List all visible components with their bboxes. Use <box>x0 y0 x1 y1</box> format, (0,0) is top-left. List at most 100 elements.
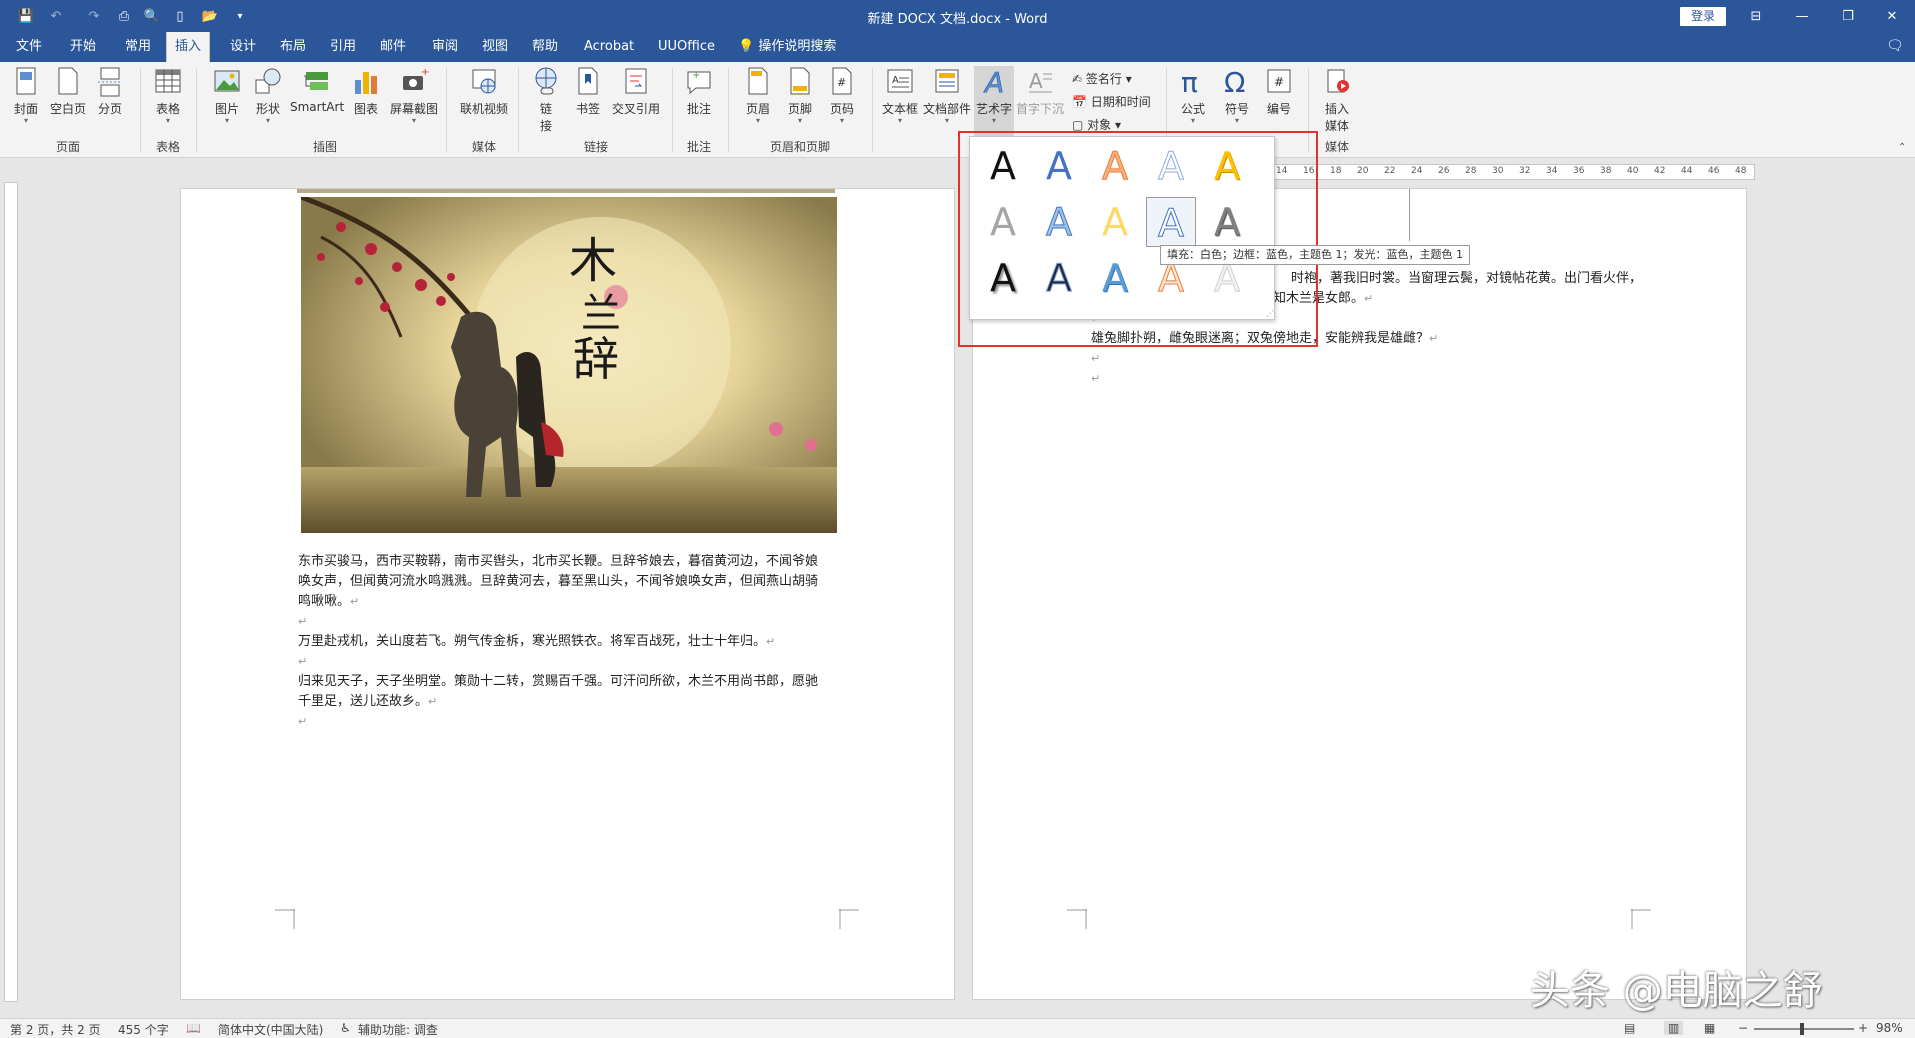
svg-text:Ω: Ω <box>1224 66 1245 98</box>
screenshot-button[interactable]: + 屏幕截图 ▾ <box>388 66 440 125</box>
tab-references[interactable]: 引用 <box>322 32 364 62</box>
proofing-icon[interactable]: 📖 <box>186 1021 201 1035</box>
equation-button[interactable]: π 公式 ▾ <box>1176 66 1210 125</box>
language-indicator[interactable]: 简体中文(中国大陆) <box>218 1021 323 1038</box>
tab-file[interactable]: 文件 <box>8 32 50 62</box>
smartart-button[interactable]: SmartArt <box>290 66 344 114</box>
status-bar: 第 2 页，共 2 页 455 个字 📖 简体中文(中国大陆) ♿ 辅助功能: … <box>0 1018 1915 1038</box>
vertical-ruler[interactable] <box>0 160 22 1002</box>
zoom-in-button[interactable]: + <box>1858 1021 1868 1035</box>
tab-view[interactable]: 视图 <box>474 32 516 62</box>
web-layout-icon[interactable]: ▦ <box>1704 1021 1715 1035</box>
svg-text:+: + <box>692 70 700 81</box>
tab-acrobat[interactable]: Acrobat <box>576 32 642 62</box>
tell-me-search[interactable]: 💡 操作说明搜索 <box>738 32 836 62</box>
cover-page-button[interactable]: 封面 ▾ <box>10 66 42 125</box>
number-icon: # <box>1267 69 1291 93</box>
online-video-icon <box>472 69 496 94</box>
highlight-box <box>958 131 1318 347</box>
signature-line-button[interactable]: ✍ 签名行 ▾ <box>1072 70 1132 87</box>
drop-cap-button[interactable]: A 首字下沉 <box>1016 66 1064 117</box>
tab-layout[interactable]: 布局 <box>272 32 314 62</box>
link-icon <box>535 67 557 95</box>
horizontal-ruler[interactable]: 14 16 18 20 22 24 26 28 30 32 34 36 38 4… <box>1253 164 1755 180</box>
accessibility-status[interactable]: 辅助功能: 调查 <box>358 1021 438 1038</box>
chart-button[interactable]: 图表 <box>350 66 382 117</box>
poem-paragraph-2[interactable]: 万里赴戎机，关山度若飞。朔气传金柝，寒光照铁衣。将军百战死，壮士十年归。↵ <box>298 632 858 652</box>
blank-page-button[interactable]: 空白页 <box>48 66 88 117</box>
insert-media-button[interactable]: 插入 媒体 <box>1318 66 1356 134</box>
table-icon <box>155 69 181 93</box>
text-box-button[interactable]: A 文本框 ▾ <box>880 66 920 125</box>
tab-common[interactable]: 常用 <box>117 32 159 62</box>
shapes-button[interactable]: 形状 ▾ <box>252 66 284 125</box>
poem-paragraph-1[interactable]: 东市买骏马，西市买鞍鞯，南市买辔头，北市买长鞭。旦辞爷娘去，暮宿黄河边，不闻爷娘… <box>298 552 858 612</box>
wordart-button[interactable]: A 艺术字 ▾ <box>974 66 1014 138</box>
poem-paragraph-3[interactable]: 归来见天子，天子坐明堂。策勋十二转，赏赐百千强。可汗问所欲，木兰不用尚书郎，愿驰… <box>298 672 858 712</box>
group-links-label: 链接 <box>583 140 608 154</box>
link-button[interactable]: 链接 <box>528 66 564 134</box>
symbol-button[interactable]: Ω 符号 ▾ <box>1220 66 1254 125</box>
paragraph-mark-icon: ↵ <box>1364 292 1374 305</box>
zoom-level[interactable]: 98% <box>1876 1021 1903 1035</box>
screenshot-icon: + <box>403 67 429 90</box>
page-number-button[interactable]: # 页码 ▾ <box>826 66 858 125</box>
margin-corner-mark <box>839 909 859 929</box>
header-button[interactable]: 页眉 ▾ <box>742 66 774 125</box>
tab-help[interactable]: 帮助 <box>524 32 566 62</box>
quick-parts-button[interactable]: 文档部件 ▾ <box>922 66 972 125</box>
tab-review[interactable]: 审阅 <box>424 32 466 62</box>
tab-insert[interactable]: 插入 <box>166 32 211 62</box>
bookmark-button[interactable]: 书签 <box>572 66 604 117</box>
zoom-slider-thumb[interactable] <box>1800 1023 1804 1035</box>
image-title-lan: 兰 <box>581 291 621 337</box>
svg-text:+: + <box>421 67 429 78</box>
group-separator <box>446 68 447 152</box>
svg-text:π: π <box>1181 66 1198 98</box>
ribbon-tabs: 文件 开始 常用 插入 设计 布局 引用 邮件 审阅 视图 帮助 Acrobat… <box>0 32 1915 62</box>
cross-reference-button[interactable]: 交叉引用 <box>608 66 664 117</box>
page2-fragment-1[interactable]: 时袍，著我旧时裳。当窗理云鬓，对镜帖花黄。出门看火伴， <box>1291 269 1741 289</box>
ribbon-display-options-icon[interactable]: ⊟ <box>1736 4 1776 28</box>
window-title: 新建 DOCX 文档.docx - Word <box>867 12 1048 27</box>
restore-button[interactable]: ❐ <box>1828 4 1868 28</box>
comment-button[interactable]: + 批注 <box>682 66 716 117</box>
group-separator <box>196 68 197 152</box>
table-button[interactable]: 表格 ▾ <box>152 66 184 125</box>
date-time-button[interactable]: 📅 日期和时间 <box>1072 93 1151 110</box>
close-button[interactable]: ✕ <box>1872 4 1912 28</box>
tab-design[interactable]: 设计 <box>222 32 264 62</box>
comments-icon[interactable]: 🗨 <box>1886 38 1904 54</box>
page2-fragment-2[interactable]: 知木兰是女郎。↵ <box>1273 289 1723 309</box>
smartart-icon <box>304 72 328 90</box>
paragraph-mark-icon: ↵ <box>1091 372 1101 385</box>
read-mode-icon[interactable]: ▤ <box>1624 1021 1635 1035</box>
page-break-button[interactable]: 分页 <box>94 66 126 117</box>
number-button[interactable]: # 编号 <box>1262 66 1296 117</box>
tab-mailings[interactable]: 邮件 <box>372 32 414 62</box>
image-title-ci: 辞 <box>573 332 619 386</box>
minimize-button[interactable]: — <box>1782 4 1822 28</box>
tab-home[interactable]: 开始 <box>62 32 104 62</box>
image-top-strip <box>297 189 835 193</box>
media-icon <box>1327 69 1349 93</box>
mulan-image[interactable]: 木 兰 辞 <box>301 197 837 533</box>
object-icon: ▢ <box>1072 118 1088 132</box>
online-video-button[interactable]: 联机视频 <box>456 66 512 117</box>
omega-icon: Ω <box>1224 66 1245 98</box>
print-layout-icon[interactable]: ▥ <box>1664 1021 1684 1035</box>
zoom-out-button[interactable]: − <box>1738 1021 1748 1035</box>
tab-uuoffice[interactable]: UUOffice <box>650 32 723 62</box>
document-page-1[interactable]: 木 兰 辞 东市买骏马，西市买鞍鞯，南市买辔头，北市买长鞭。旦辞爷娘去，暮宿黄河… <box>180 188 955 1000</box>
picture-button[interactable]: 图片 ▾ <box>210 66 244 125</box>
paragraph-mark-icon: ↵ <box>428 695 438 708</box>
collapse-ribbon-icon[interactable]: ⌃ <box>1898 142 1906 153</box>
page-count[interactable]: 第 2 页，共 2 页 <box>10 1021 101 1038</box>
signature-line-icon: ✍ <box>1072 72 1086 86</box>
word-count[interactable]: 455 个字 <box>118 1021 169 1038</box>
login-button[interactable]: 登录 <box>1680 7 1726 26</box>
zoom-slider[interactable] <box>1754 1028 1854 1030</box>
accessibility-icon: ♿ <box>340 1021 351 1035</box>
footer-button[interactable]: 页脚 ▾ <box>784 66 816 125</box>
paragraph-mark-icon: ↵ <box>350 595 360 608</box>
